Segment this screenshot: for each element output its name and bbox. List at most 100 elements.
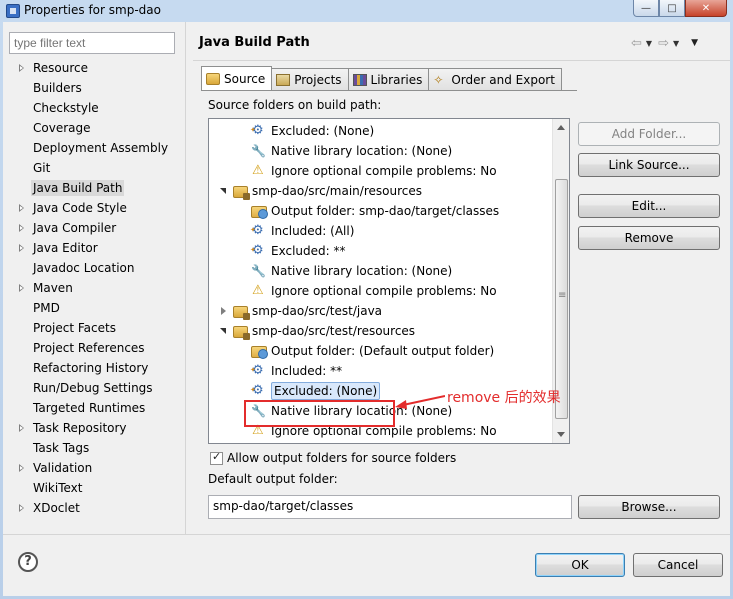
allow-output-folders-checkbox[interactable] [210, 450, 223, 465]
annotation-text: remove 后的效果 [447, 390, 561, 406]
tree-row-label: Native library location: (None) [271, 144, 453, 158]
view-menu-icon[interactable]: ▼ [691, 38, 698, 48]
sidebar-item-label: Validation [33, 461, 93, 475]
filter-icon [250, 220, 267, 241]
scroll-thumb[interactable] [555, 179, 568, 419]
tab-order-and-export[interactable]: ✧ Order and Export [429, 68, 562, 90]
sidebar-item-label: WikiText [33, 481, 83, 495]
sidebar-item-resource[interactable]: Resource [9, 58, 181, 78]
tree-row[interactable]: Ignore optional compile problems: No [251, 161, 497, 181]
pane-splitter[interactable] [185, 22, 186, 534]
tree-row[interactable]: Excluded: (None) [250, 120, 374, 141]
add-folder-button[interactable]: Add Folder... [578, 122, 720, 146]
filter-input[interactable] [9, 32, 175, 54]
default-output-field[interactable]: smp-dao/target/classes [208, 495, 572, 519]
help-icon[interactable]: ? [18, 552, 38, 572]
tree-row-label: Output folder: smp-dao/target/classes [271, 204, 500, 218]
annotation-arrow-icon [395, 395, 445, 409]
tree-row[interactable]: Output folder: smp-dao/target/classes [251, 201, 499, 221]
sidebar-item-validation[interactable]: Validation [9, 458, 181, 478]
sidebar-item-deployment-assembly[interactable]: Deployment Assembly [9, 138, 181, 158]
sidebar-item-targeted-runtimes[interactable]: Targeted Runtimes [9, 398, 181, 418]
cancel-button[interactable]: Cancel [633, 553, 723, 577]
sidebar-item-run-debug-settings[interactable]: Run/Debug Settings [9, 378, 181, 398]
sidebar-item-refactoring-history[interactable]: Refactoring History [9, 358, 181, 378]
package-folder-icon [233, 326, 250, 340]
collapse-arrow-icon[interactable] [219, 326, 229, 336]
tab-source[interactable]: Source [201, 66, 273, 90]
link-source-button[interactable]: Link Source... [578, 153, 720, 177]
sidebar-item-label: Java Build Path [31, 180, 125, 196]
expand-arrow-icon[interactable] [19, 204, 24, 212]
forward-arrow-icon[interactable]: ⇨ [658, 36, 669, 51]
sidebar-item-java-code-style[interactable]: Java Code Style [9, 198, 181, 218]
expand-arrow-icon[interactable] [19, 464, 24, 472]
minimize-button[interactable]: — [633, 0, 659, 17]
edit-button[interactable]: Edit... [578, 194, 720, 218]
filter-icon [250, 120, 267, 141]
tree-row[interactable]: Native library location: (None) [251, 261, 452, 281]
sidebar-item-builders[interactable]: Builders [9, 78, 181, 98]
sidebar-item-xdoclet[interactable]: XDoclet [9, 498, 181, 518]
sidebar-item-maven[interactable]: Maven [9, 278, 181, 298]
expand-arrow-icon[interactable] [19, 244, 24, 252]
tree-row[interactable]: Included: ** [250, 360, 342, 381]
expand-arrow-icon[interactable] [19, 64, 24, 72]
sidebar-item-java-compiler[interactable]: Java Compiler [9, 218, 181, 238]
dialog-client-area: Resource Builders Checkstyle Coverage Deploy… [3, 22, 730, 596]
back-dropdown-icon[interactable]: ▼ [646, 39, 652, 48]
tree-source-folder[interactable]: smp-dao/src/test/java [219, 301, 382, 321]
sidebar-item-java-editor[interactable]: Java Editor [9, 238, 181, 258]
tree-row-label: Ignore optional compile problems: No [271, 284, 497, 298]
back-arrow-icon[interactable]: ⇦ [631, 36, 642, 51]
sidebar-item-label: Git [33, 161, 51, 175]
tree-row[interactable]: Native library location: (None) [251, 141, 452, 161]
tree-row[interactable]: Ignore optional compile problems: No [251, 281, 497, 301]
properties-dialog: Properties for smp-dao — □ ✕ Resource Bui… [0, 0, 733, 599]
sidebar-item-label: Project Facets [33, 321, 116, 335]
sidebar-item-java-build-path[interactable]: Java Build Path [9, 178, 181, 198]
expand-arrow-icon[interactable] [19, 504, 24, 512]
tab-libraries[interactable]: Libraries [348, 68, 430, 90]
scroll-up-icon[interactable] [557, 125, 565, 130]
maximize-button[interactable]: □ [659, 0, 685, 17]
sidebar-item-coverage[interactable]: Coverage [9, 118, 181, 138]
title-bar[interactable]: Properties for smp-dao — □ ✕ [0, 0, 733, 22]
sidebar-item-pmd[interactable]: PMD [9, 298, 181, 318]
warning-icon [251, 281, 267, 301]
tree-row-label: Excluded: ** [271, 244, 346, 258]
browse-button[interactable]: Browse... [578, 495, 720, 519]
remove-button[interactable]: Remove [578, 226, 720, 250]
scroll-down-icon[interactable] [557, 432, 565, 437]
sidebar-item-checkstyle[interactable]: Checkstyle [9, 98, 181, 118]
sidebar-item-task-tags[interactable]: Task Tags [9, 438, 181, 458]
sidebar-item-project-references[interactable]: Project References [9, 338, 181, 358]
ok-button[interactable]: OK [535, 553, 625, 577]
tree-source-folder[interactable]: smp-dao/src/main/resources [219, 181, 422, 201]
tab-projects[interactable]: Projects [272, 68, 349, 90]
tree-row[interactable]: Excluded: (None) [250, 380, 381, 401]
expand-arrow-icon[interactable] [19, 284, 24, 292]
allow-output-folders-checkbox-row[interactable]: Allow output folders for source folders [210, 450, 457, 465]
tree-source-folder[interactable]: smp-dao/src/test/resources [219, 321, 415, 341]
expand-arrow-icon[interactable] [19, 224, 24, 232]
package-folder-icon [233, 306, 250, 320]
allow-output-folders-label: Allow output folders for source folders [227, 451, 457, 465]
expand-arrow-icon[interactable] [219, 306, 229, 316]
sidebar-item-task-repository[interactable]: Task Repository [9, 418, 181, 438]
close-button[interactable]: ✕ [685, 0, 727, 17]
tree-row[interactable]: Included: (All) [250, 220, 354, 241]
property-page-tree: Resource Builders Checkstyle Coverage Deploy… [9, 58, 181, 518]
window-title: Properties for smp-dao [24, 3, 161, 17]
sidebar-item-javadoc-location[interactable]: Javadoc Location [9, 258, 181, 278]
expand-arrow-icon[interactable] [19, 424, 24, 432]
collapse-arrow-icon[interactable] [219, 186, 229, 196]
native-library-icon [251, 141, 267, 161]
forward-dropdown-icon[interactable]: ▼ [673, 39, 679, 48]
sidebar-item-wikitext[interactable]: WikiText [9, 478, 181, 498]
sidebar-item-git[interactable]: Git [9, 158, 181, 178]
tree-row[interactable]: Excluded: ** [250, 240, 346, 261]
sidebar-item-project-facets[interactable]: Project Facets [9, 318, 181, 338]
tree-row[interactable]: Output folder: (Default output folder) [251, 341, 494, 361]
filter-icon [250, 380, 267, 401]
